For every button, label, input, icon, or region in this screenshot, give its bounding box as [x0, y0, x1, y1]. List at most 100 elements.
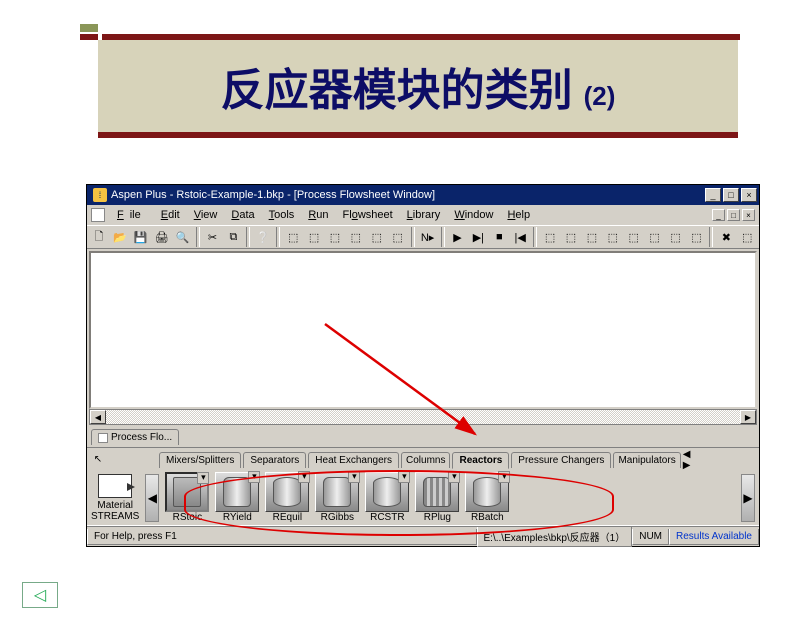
toolbar-button[interactable]: ⬚ [367, 227, 387, 247]
open-icon[interactable]: 📂 [110, 227, 130, 247]
rgibbs-icon [323, 477, 351, 507]
menu-data[interactable]: Data [225, 207, 260, 223]
requil-icon [273, 477, 301, 507]
palette-tabs: ↖ Mixers/Splitters Separators Heat Excha… [87, 448, 759, 468]
scroll-left-icon[interactable]: ◀ [90, 410, 106, 424]
reactor-label: RBatch [465, 512, 509, 523]
menu-flowsheet[interactable]: Flowsheet [337, 207, 399, 223]
model-palette: ↖ Mixers/Splitters Separators Heat Excha… [87, 447, 759, 526]
toolbar-separator [533, 227, 537, 247]
menubar: File Edit View Data Tools Run Flowsheet … [87, 205, 759, 225]
tab-columns[interactable]: Columns [401, 452, 450, 468]
scroll-right-icon[interactable]: ▶ [740, 410, 756, 424]
toolbar-button[interactable]: ⬚ [624, 227, 644, 247]
toolbar-button[interactable]: ⬚ [645, 227, 665, 247]
menu-window[interactable]: Window [448, 207, 499, 223]
toolbar-button[interactable]: ⬚ [582, 227, 602, 247]
tab-reactors[interactable]: Reactors [452, 452, 509, 469]
toolbar-button[interactable]: ✂ [203, 227, 223, 247]
slide-title: 反应器模块的类别 [221, 54, 573, 118]
palette-nav-left[interactable]: ◀ [145, 474, 159, 522]
toolbar-button[interactable]: ⬚ [304, 227, 324, 247]
reactor-ryield[interactable]: RYield [215, 472, 259, 523]
tab-pressure-changers[interactable]: Pressure Changers [511, 452, 611, 468]
reactor-label: RPlug [415, 512, 459, 523]
next-button[interactable]: N▸ [418, 227, 438, 247]
slide-title-box: 反应器模块的类别 (2) [98, 40, 738, 132]
rplug-icon [423, 477, 451, 507]
toolbar-button[interactable]: ⬚ [388, 227, 408, 247]
toolbar-button[interactable]: ⬚ [737, 227, 757, 247]
toolbar-button[interactable]: ⬚ [325, 227, 345, 247]
toolbar-button[interactable]: ⬚ [666, 227, 686, 247]
document-tab[interactable]: Process Flo... [91, 429, 179, 445]
streams-label: STREAMS [91, 511, 139, 522]
toolbar-button[interactable]: ⬚ [561, 227, 581, 247]
reactor-rstoic[interactable]: RStoic [165, 472, 209, 523]
toolbar-button[interactable]: ⬚ [686, 227, 706, 247]
tab-separators[interactable]: Separators [243, 452, 306, 468]
close-button[interactable]: × [741, 188, 757, 202]
reactor-label: REquil [265, 512, 309, 523]
palette-body: Material STREAMS ◀ RStoic RYield REquil [87, 468, 759, 525]
toolbar-button[interactable]: ⬚ [346, 227, 366, 247]
new-icon[interactable]: 🗋 [89, 227, 109, 247]
horizontal-scrollbar[interactable]: ◀ ▶ [89, 409, 757, 425]
pointer-icon[interactable]: ↖ [91, 452, 105, 468]
toolbar-button[interactable]: ⬚ [603, 227, 623, 247]
titlebar[interactable]: ⁞ Aspen Plus - Rstoic-Example-1.bkp - [P… [87, 185, 759, 205]
tab-manipulators[interactable]: Manipulators [613, 452, 680, 468]
reactor-label: RStoic [165, 512, 209, 523]
mdi-icon[interactable] [91, 208, 105, 222]
menu-file[interactable]: File [111, 207, 153, 223]
reactor-rcstr[interactable]: RCSTR [365, 472, 409, 523]
toolbar-separator [276, 227, 280, 247]
reactor-rplug[interactable]: RPlug [415, 472, 459, 523]
reset-button[interactable]: |◀ [510, 227, 530, 247]
reactor-rbatch[interactable]: RBatch [465, 472, 509, 523]
help-icon[interactable]: ❔ [253, 227, 273, 247]
step-button[interactable]: ▶| [468, 227, 488, 247]
back-button[interactable]: ◁ [22, 582, 58, 608]
stream-icon [98, 474, 132, 498]
reactor-label: RCSTR [365, 512, 409, 523]
tab-mixers-splitters[interactable]: Mixers/Splitters [159, 452, 241, 468]
menu-edit[interactable]: Edit [155, 207, 186, 223]
toolbar-button[interactable]: ⬚ [540, 227, 560, 247]
save-icon[interactable]: 💾 [131, 227, 151, 247]
accent-bar [80, 24, 98, 32]
reactor-requil[interactable]: REquil [265, 472, 309, 523]
tabs-scroll-icon[interactable]: ◀ ▶ [683, 452, 697, 468]
status-num: NUM [632, 529, 669, 545]
maximize-button[interactable]: □ [723, 188, 739, 202]
print-icon[interactable]: 🖨 [152, 227, 172, 247]
palette-nav-right[interactable]: ▶ [741, 474, 755, 522]
reactor-label: RGibbs [315, 512, 359, 523]
material-streams-button[interactable]: Material STREAMS [91, 474, 139, 522]
run-button[interactable]: ▶ [448, 227, 468, 247]
toolbar-separator [246, 227, 250, 247]
tab-heat-exchangers[interactable]: Heat Exchangers [308, 452, 399, 468]
reactor-rgibbs[interactable]: RGibbs [315, 472, 359, 523]
preview-icon[interactable]: 🔍 [173, 227, 193, 247]
mdi-close-button[interactable]: × [742, 209, 755, 221]
menu-tools[interactable]: Tools [263, 207, 301, 223]
menu-view[interactable]: View [188, 207, 224, 223]
toolbar-button[interactable]: ✖ [716, 227, 736, 247]
mdi-minimize-button[interactable]: _ [712, 209, 725, 221]
document-tab-row: Process Flo... [87, 427, 759, 447]
flowsheet-canvas[interactable] [89, 251, 757, 409]
slide-subtitle: (2) [584, 81, 616, 112]
minimize-button[interactable]: _ [705, 188, 721, 202]
reactor-label: RYield [215, 512, 259, 523]
menu-help[interactable]: Help [501, 207, 536, 223]
menu-library[interactable]: Library [401, 207, 447, 223]
rstoic-icon [173, 477, 201, 507]
toolbar-button[interactable]: ⬚ [283, 227, 303, 247]
stop-button[interactable]: ■ [489, 227, 509, 247]
mdi-restore-button[interactable]: □ [727, 209, 740, 221]
menu-run[interactable]: Run [302, 207, 334, 223]
scroll-track[interactable] [106, 410, 740, 424]
toolbar-button[interactable]: ⧉ [223, 227, 243, 247]
window-title: Aspen Plus - Rstoic-Example-1.bkp - [Pro… [111, 189, 705, 201]
